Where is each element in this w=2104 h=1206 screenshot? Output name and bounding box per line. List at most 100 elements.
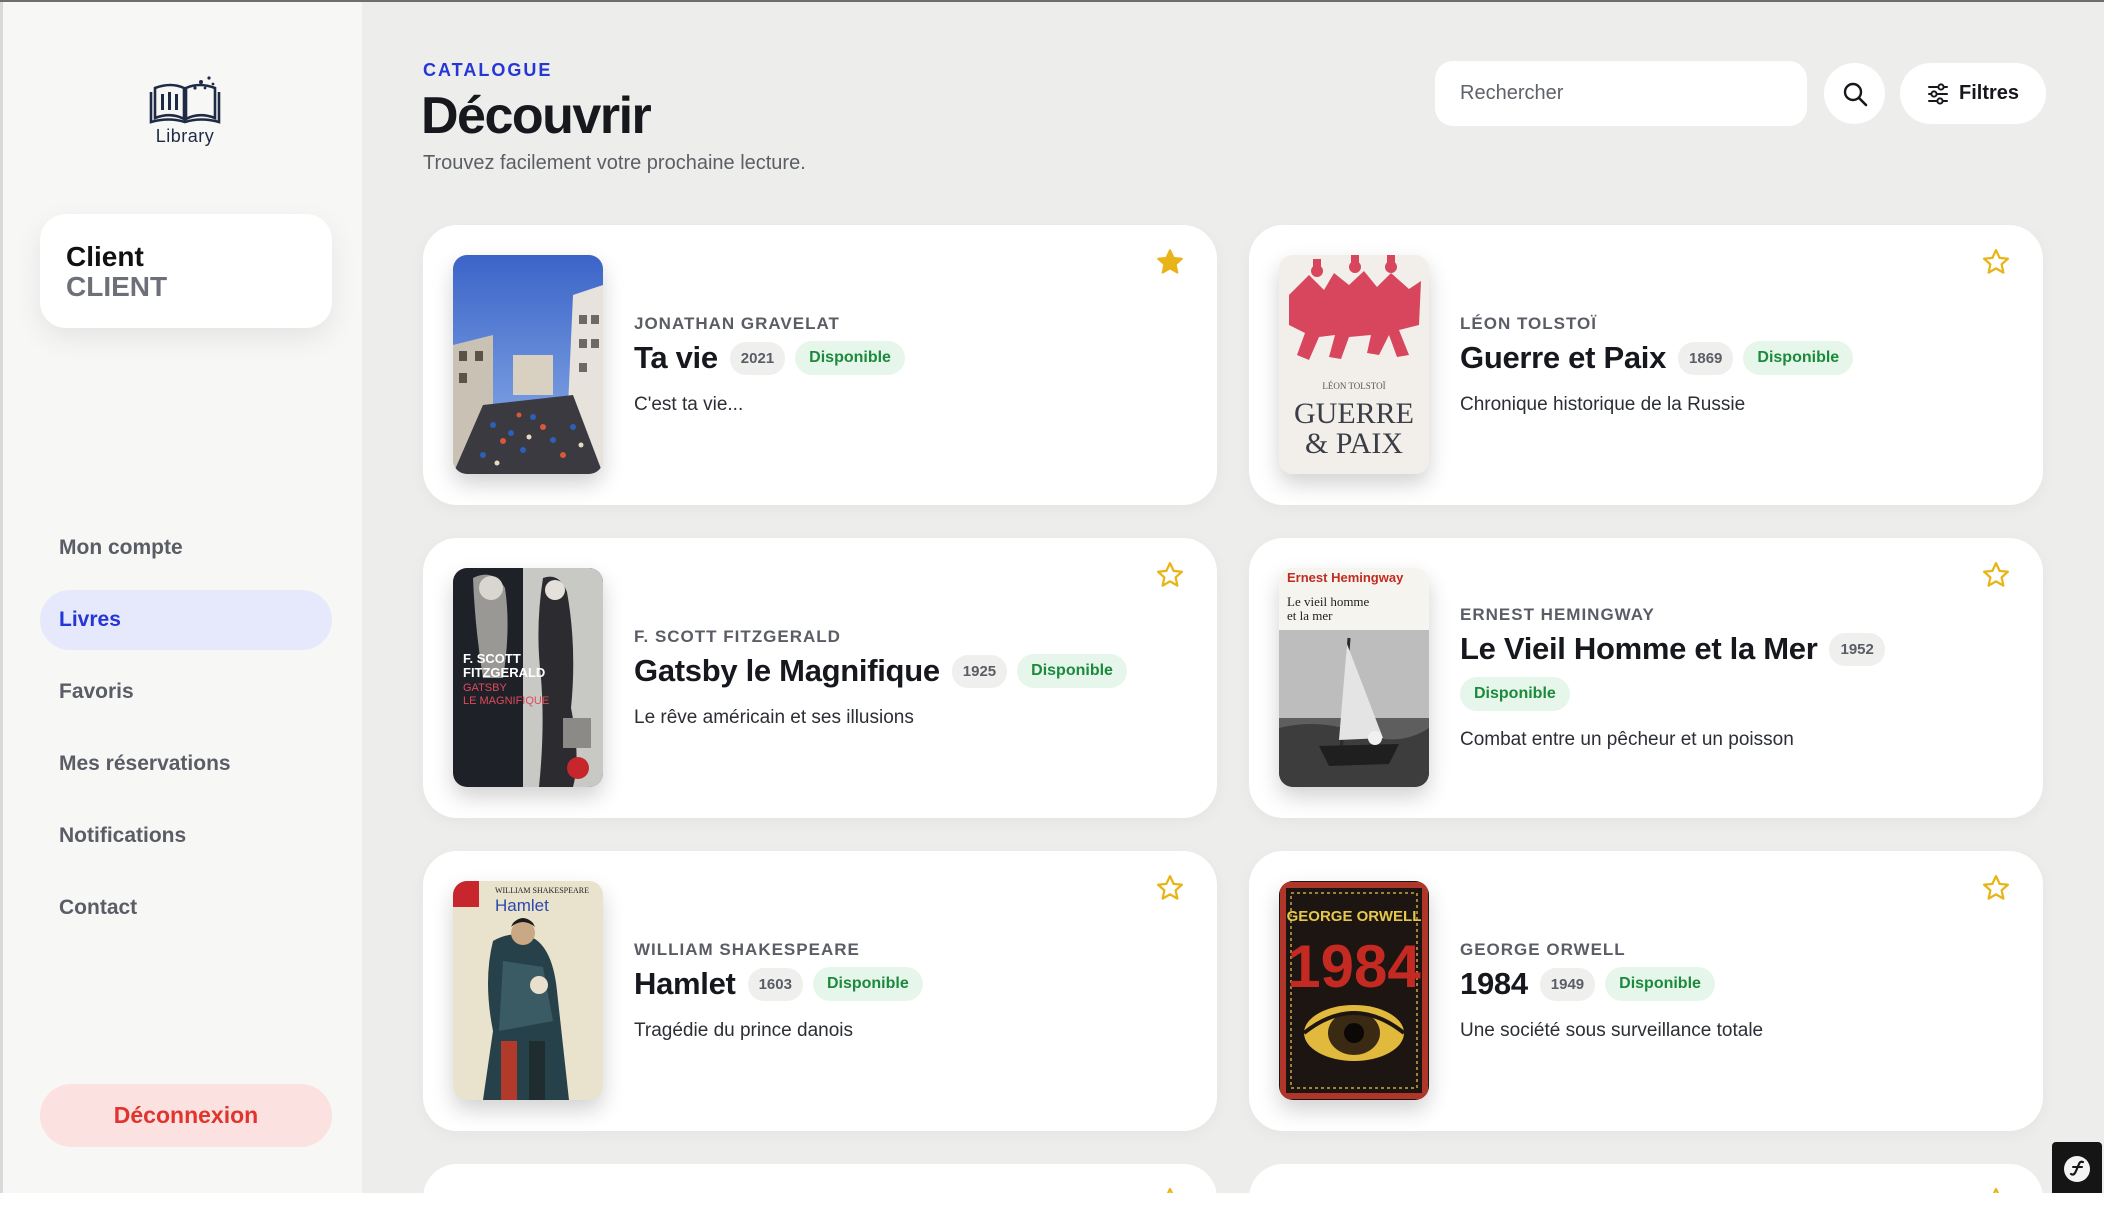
book-author: WILLIAM SHAKESPEARE — [634, 940, 860, 959]
star-icon[interactable] — [1155, 247, 1185, 277]
year-badge: 1869 — [1678, 341, 1734, 375]
sidebar-item-livres[interactable]: Livres — [40, 590, 332, 650]
book-author: LÉON TOLSTOÏ — [1460, 314, 1597, 333]
year-badge: 1952 — [1829, 632, 1885, 666]
status-badge: Disponible — [1017, 654, 1127, 688]
book-card[interactable]: F. SCOTT FITZGERALD GATSBY LE MAGNIFIQUE… — [423, 538, 1217, 818]
star-icon[interactable] — [1981, 873, 2011, 903]
book-card[interactable]: JONATHAN GRAVELAT Ta vie 2021 Disponible… — [423, 225, 1217, 505]
status-badge: Disponible — [795, 341, 905, 375]
sidebar-nav: Mon compte Livres Favoris Mes réservatio… — [40, 518, 332, 950]
book-info: ERNEST HEMINGWAY Le Vieil Homme et la Me… — [1460, 538, 2003, 818]
cover-title-1: Le vieil homme — [1287, 594, 1370, 609]
book-card[interactable]: GEORGE ORWELL 1984 GEORGE ORWELL 1984 19… — [1249, 851, 2043, 1131]
symfony-icon — [2064, 1156, 2090, 1182]
logout-button[interactable]: Déconnexion — [40, 1084, 332, 1147]
page-title: Découvrir — [421, 87, 652, 145]
star-icon[interactable] — [1981, 247, 2011, 277]
star-icon[interactable] — [1155, 1186, 1185, 1193]
cover-title-2: et la mer — [1287, 608, 1333, 623]
cover-title-1: GUERRE — [1294, 397, 1414, 430]
logo-text: Library — [155, 126, 215, 146]
book-info: WILLIAM SHAKESPEARE Hamlet 1603 Disponib… — [634, 851, 1177, 1131]
book-card[interactable]: WILLIAM SHAKESPEARE Hamlet WILLIAM SHAKE… — [423, 851, 1217, 1131]
book-description: Le rêve américain et ses illusions — [634, 707, 914, 728]
cover-author: Ernest Hemingway — [1287, 570, 1404, 585]
cover-author: LÉON TOLSTOÏ — [1322, 381, 1385, 391]
sidebar-item-favoris[interactable]: Favoris — [40, 662, 332, 722]
status-badge: Disponible — [812, 967, 923, 1001]
sidebar: Library Client CLIENT Mon compte Livres … — [0, 2, 362, 1193]
book-title-row: Le Vieil Homme et la Mer 1952 Disponible — [1460, 631, 2003, 711]
book-cover[interactable]: LÉON TOLSTOÏ GUERRE & PAIX — [1279, 255, 1429, 474]
sidebar-item-contact[interactable]: Contact — [40, 878, 332, 938]
book-info: GEORGE ORWELL 1984 1949 Disponible Une s… — [1460, 851, 2003, 1131]
cover-title-1: GATSBY — [463, 682, 507, 694]
year-badge: 1949 — [1539, 967, 1596, 1001]
book-title[interactable]: Guerre et Paix — [1460, 340, 1666, 376]
user-card: Client CLIENT — [40, 214, 332, 328]
book-description: Tragédie du prince danois — [634, 1020, 853, 1041]
book-cover[interactable] — [453, 255, 603, 474]
book-description: Chronique historique de la Russie — [1460, 394, 1746, 415]
book-card[interactable]: Ernest Hemingway Le vieil homme et la me… — [1249, 538, 2043, 818]
book-title-row: Hamlet 1603 Disponible — [634, 966, 1177, 1002]
filters-label: Filtres — [1958, 82, 2020, 104]
star-icon[interactable] — [1155, 873, 1185, 903]
book-title-row: Guerre et Paix 1869 Disponible — [1460, 340, 2003, 376]
cover-title: Hamlet — [495, 896, 549, 915]
app-window: Library Client CLIENT Mon compte Livres … — [0, 0, 2104, 1193]
page-eyebrow: CATALOGUE — [423, 60, 553, 80]
book-author: GEORGE ORWELL — [1460, 940, 1626, 959]
status-badge: Disponible — [1605, 967, 1715, 1001]
book-card-partial[interactable] — [1249, 1164, 2043, 1193]
book-title-row: Gatsby le Magnifique 1925 Disponible — [634, 653, 1177, 689]
cover-author: GEORGE ORWELL — [1287, 908, 1422, 925]
status-badge: Disponible — [1743, 341, 1854, 375]
search-button[interactable] — [1824, 63, 1885, 124]
book-card-partial[interactable] — [423, 1164, 1217, 1193]
book-title[interactable]: Le Vieil Homme et la Mer — [1460, 631, 1818, 667]
book-cover[interactable]: Ernest Hemingway Le vieil homme et la me… — [1279, 568, 1429, 787]
book-cover[interactable]: WILLIAM SHAKESPEARE Hamlet — [453, 881, 603, 1100]
book-title[interactable]: Gatsby le Magnifique — [634, 653, 940, 689]
page-subtitle: Trouvez facilement votre prochaine lectu… — [423, 152, 806, 174]
book-description: C'est ta vie... — [634, 394, 744, 415]
book-cover[interactable]: GEORGE ORWELL 1984 — [1279, 881, 1429, 1100]
sidebar-item-notifications[interactable]: Notifications — [40, 806, 332, 866]
year-badge: 2021 — [729, 341, 786, 375]
search-input[interactable] — [1435, 61, 1807, 126]
book-title[interactable]: Ta vie — [634, 340, 718, 376]
star-icon[interactable] — [1981, 1186, 2011, 1193]
star-icon[interactable] — [1155, 560, 1185, 590]
book-title[interactable]: 1984 — [1460, 966, 1528, 1002]
book-author: ERNEST HEMINGWAY — [1460, 605, 1655, 624]
year-badge: 1925 — [951, 654, 1008, 688]
cover-title-2: & PAIX — [1305, 427, 1403, 460]
book-card[interactable]: LÉON TOLSTOÏ GUERRE & PAIX LÉON TOLSTOÏ … — [1249, 225, 2043, 505]
book-info: JONATHAN GRAVELAT Ta vie 2021 Disponible… — [634, 225, 1177, 505]
book-info: F. SCOTT FITZGERALD Gatsby le Magnifique… — [634, 538, 1177, 818]
main-content: CATALOGUE Découvrir Trouvez facilement v… — [362, 2, 2104, 1193]
sidebar-item-reservations[interactable]: Mes réservations — [40, 734, 332, 794]
cover-title: 1984 — [1287, 933, 1421, 1000]
year-badge: 1603 — [747, 967, 803, 1001]
cover-title-2: LE MAGNIFIQUE — [463, 695, 549, 707]
book-cover[interactable]: F. SCOTT FITZGERALD GATSBY LE MAGNIFIQUE — [453, 568, 603, 787]
sidebar-item-mon-compte[interactable]: Mon compte — [40, 518, 332, 578]
book-author: JONATHAN GRAVELAT — [634, 314, 840, 333]
cover-author-1: F. SCOTT — [463, 651, 521, 666]
symfony-toolbar-toggle[interactable] — [2052, 1142, 2102, 1193]
book-title-row: 1984 1949 Disponible — [1460, 966, 2003, 1002]
cover-author: WILLIAM SHAKESPEARE — [495, 886, 589, 895]
book-author: F. SCOTT FITZGERALD — [634, 627, 841, 646]
user-role: CLIENT — [66, 271, 168, 302]
library-logo[interactable]: Library — [149, 74, 221, 154]
search-icon — [1843, 82, 1867, 106]
sliders-icon — [1927, 82, 1948, 105]
status-badge: Disponible — [1460, 677, 1570, 711]
star-icon[interactable] — [1981, 560, 2011, 590]
book-title[interactable]: Hamlet — [634, 966, 736, 1002]
filters-button[interactable]: Filtres — [1900, 63, 2046, 124]
book-info: LÉON TOLSTOÏ Guerre et Paix 1869 Disponi… — [1460, 225, 2003, 505]
